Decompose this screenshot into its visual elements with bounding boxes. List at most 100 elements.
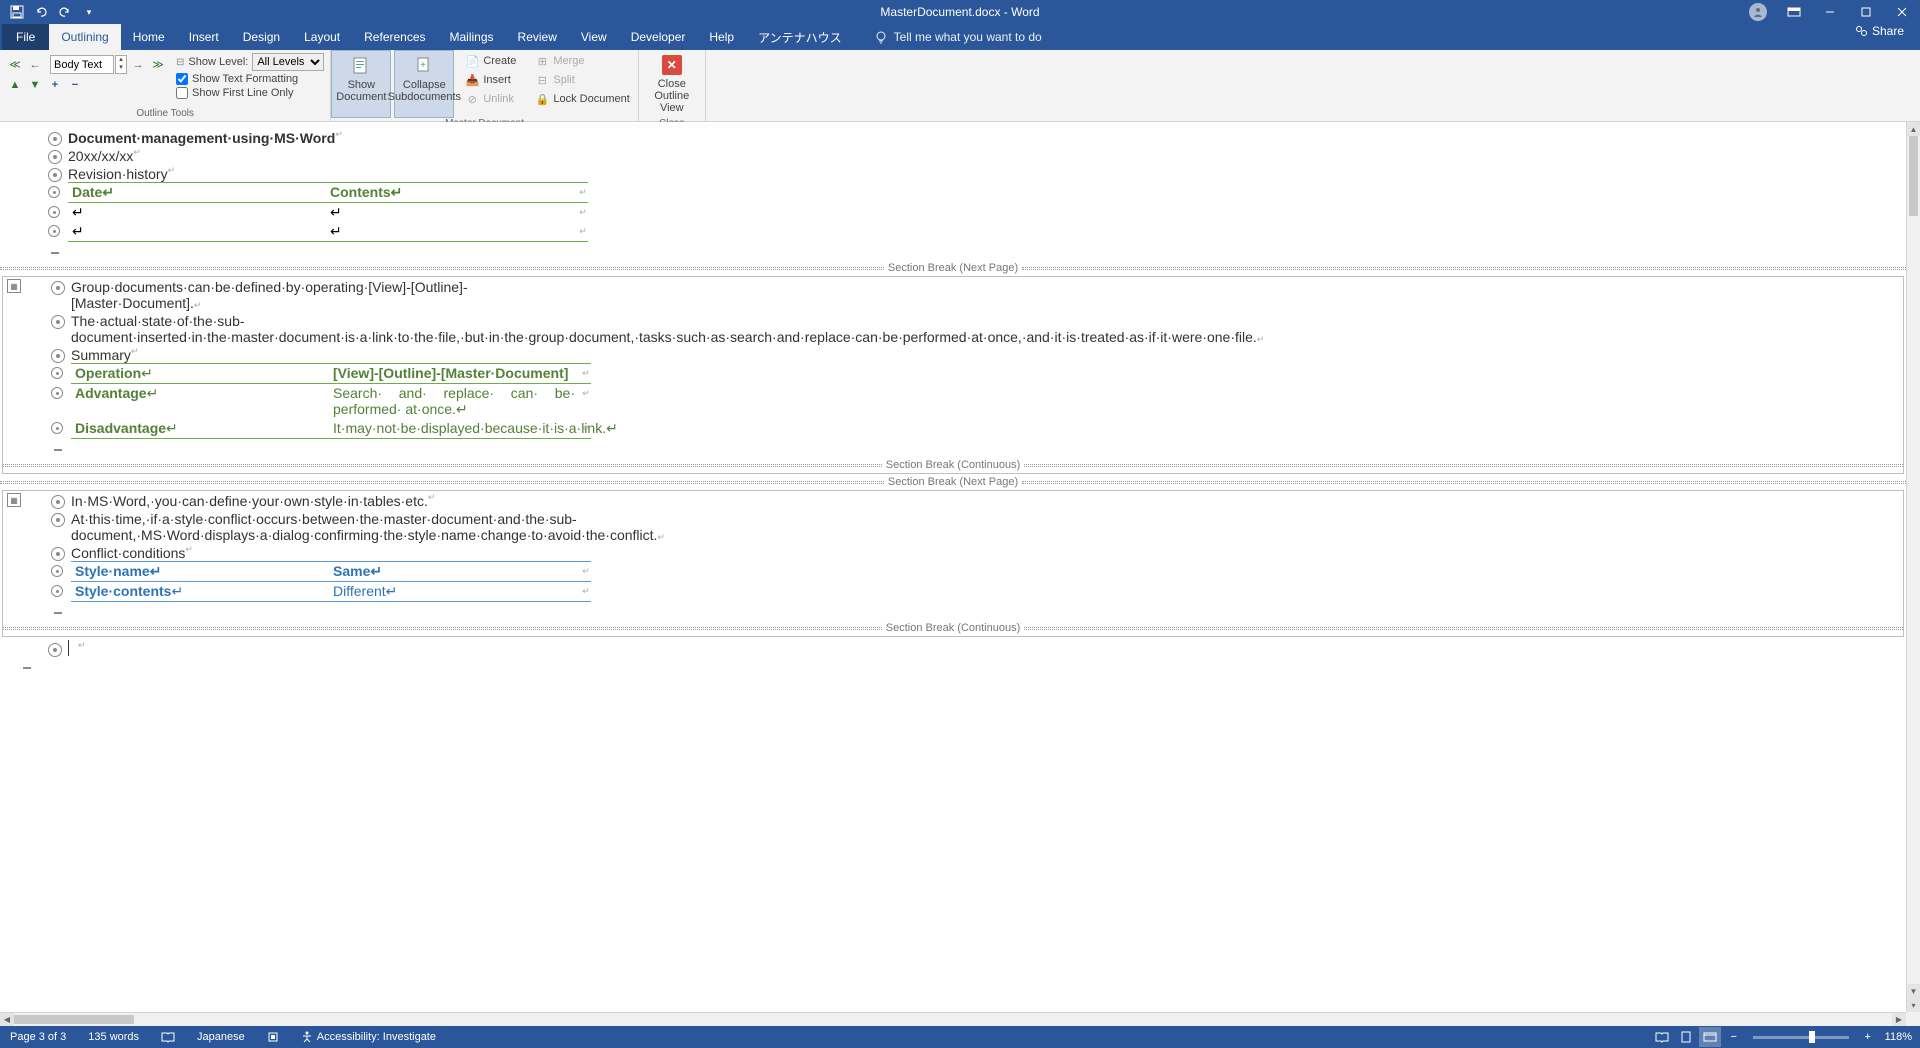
- show-text-formatting-checkbox[interactable]: Show Text Formatting: [176, 73, 324, 85]
- table-row[interactable]: Advantage↵Search· and· replace· can· be·…: [71, 384, 1903, 419]
- tab-references[interactable]: References: [352, 24, 437, 50]
- table-row[interactable]: Disadvantage↵It·may·not·be·displayed·bec…: [71, 419, 1903, 438]
- account-button[interactable]: [1746, 0, 1770, 24]
- zoom-level[interactable]: 118%: [1881, 1031, 1916, 1043]
- status-accessibility[interactable]: Accessibility: Investigate: [297, 1031, 440, 1043]
- outline-item[interactable]: In·MS·Word,·you·can·define·your·own·styl…: [3, 491, 1903, 509]
- table-row[interactable]: Style·name↵Same↵↵: [71, 562, 1903, 581]
- view-print-layout-button[interactable]: [1675, 1027, 1697, 1047]
- scroll-thumb[interactable]: [1909, 136, 1918, 216]
- collapse-button[interactable]: −: [66, 77, 84, 93]
- outline-item[interactable]: [3, 439, 1903, 457]
- view-read-mode-button[interactable]: [1651, 1027, 1673, 1047]
- undo-button[interactable]: [30, 1, 52, 23]
- scroll-track[interactable]: [1907, 136, 1920, 984]
- table-row[interactable]: Operation↵[View]-[Outline]-[Master·Docum…: [71, 364, 1903, 383]
- table-row[interactable]: ↵↵↵: [68, 222, 1906, 241]
- collapse-subdocuments-button[interactable]: + Collapse Subdocuments: [394, 50, 454, 118]
- tab-developer[interactable]: Developer: [619, 24, 698, 50]
- table-row[interactable]: Date↵Contents↵↵: [68, 183, 1906, 202]
- outline-level-input[interactable]: [50, 55, 114, 74]
- tab-outlining[interactable]: Outlining: [49, 24, 120, 50]
- status-macro[interactable]: [263, 1031, 283, 1043]
- promote-button[interactable]: ←: [26, 57, 44, 73]
- status-words[interactable]: 135 words: [84, 1031, 143, 1043]
- status-spellcheck[interactable]: [157, 1031, 179, 1043]
- promote-to-heading1-button[interactable]: ≪: [6, 57, 24, 73]
- vertical-scrollbar[interactable]: ▲ ▼ ▾: [1906, 122, 1920, 1012]
- zoom-slider[interactable]: [1753, 1036, 1849, 1039]
- scroll-track[interactable]: [14, 1013, 1892, 1026]
- tab-file[interactable]: File: [2, 24, 49, 50]
- outline-item[interactable]: ↵: [0, 639, 1906, 657]
- outline-item[interactable]: [0, 657, 1906, 675]
- subdocument-frame[interactable]: ▦ In·MS·Word,·you·can·define·your·own·st…: [2, 490, 1904, 637]
- redo-button[interactable]: [54, 1, 76, 23]
- scroll-left-button[interactable]: ◀: [0, 1013, 14, 1026]
- scroll-thumb[interactable]: [14, 1015, 134, 1024]
- show-document-button[interactable]: Show Document: [331, 50, 391, 118]
- tab-help[interactable]: Help: [697, 24, 746, 50]
- insert-subdoc-button[interactable]: 📥Insert: [461, 71, 520, 89]
- outline-item[interactable]: 20xx/xx/xx↵: [0, 146, 1906, 164]
- zoom-knob[interactable]: [1809, 1031, 1815, 1043]
- view-web-layout-button[interactable]: [1699, 1027, 1721, 1047]
- outline-item[interactable]: [3, 602, 1903, 620]
- close-window-button[interactable]: [1884, 0, 1920, 24]
- demote-to-body-button[interactable]: ≫: [149, 57, 167, 73]
- zoom-out-button[interactable]: −: [1723, 1027, 1745, 1047]
- status-language[interactable]: Japanese: [193, 1031, 249, 1043]
- tab-review[interactable]: Review: [506, 24, 569, 50]
- scroll-down-button[interactable]: ▼: [1907, 984, 1920, 998]
- outline-level-select[interactable]: ▴▾: [50, 55, 127, 74]
- horizontal-scrollbar[interactable]: ◀ ▶: [0, 1012, 1906, 1026]
- create-button[interactable]: 📄Create: [461, 52, 520, 70]
- outline-item[interactable]: [0, 242, 1906, 260]
- outline-item[interactable]: Revision·history↵: [0, 164, 1906, 182]
- maximize-button[interactable]: [1848, 0, 1884, 24]
- demote-button[interactable]: →: [129, 57, 147, 73]
- tab-layout[interactable]: Layout: [292, 24, 352, 50]
- subdoc-handle-icon[interactable]: ▦: [7, 493, 21, 507]
- create-icon: 📄: [465, 54, 479, 68]
- bullet-icon: [48, 643, 62, 657]
- table-row[interactable]: Style·contents↵Different↵↵: [71, 582, 1903, 601]
- save-button[interactable]: [6, 1, 28, 23]
- tell-me[interactable]: Tell me what you want to do: [874, 24, 1042, 50]
- outline-item[interactable]: Summary↵: [3, 345, 1903, 363]
- scroll-down-button-2[interactable]: ▾: [1907, 998, 1920, 1012]
- ribbon-display-button[interactable]: [1776, 0, 1812, 24]
- tab-view[interactable]: View: [569, 24, 619, 50]
- document-pane[interactable]: Document·management·using·MS·Word↵ 20xx/…: [0, 122, 1906, 1012]
- move-down-button[interactable]: ▼: [26, 77, 44, 93]
- outline-level-spinner[interactable]: ▴▾: [115, 55, 127, 74]
- tab-insert[interactable]: Insert: [177, 24, 231, 50]
- group-label-outline-tools: Outline Tools: [0, 108, 330, 121]
- show-first-line-only-checkbox[interactable]: Show First Line Only: [176, 87, 324, 99]
- tab-mailings[interactable]: Mailings: [438, 24, 506, 50]
- qat-customize-button[interactable]: ▾: [78, 1, 100, 23]
- lock-document-button[interactable]: 🔒Lock Document: [531, 90, 633, 108]
- outline-item[interactable]: The·actual·state·of·the·sub-document·ins…: [3, 311, 1903, 345]
- minimize-button[interactable]: [1812, 0, 1848, 24]
- scroll-right-button[interactable]: ▶: [1892, 1013, 1906, 1026]
- status-page[interactable]: Page 3 of 3: [6, 1031, 70, 1043]
- move-up-button[interactable]: ▲: [6, 77, 24, 93]
- expand-button[interactable]: +: [46, 77, 64, 93]
- outline-item[interactable]: At·this·time,·if·a·style·conflict·occurs…: [3, 509, 1903, 543]
- tab-antenna[interactable]: アンテナハウス: [746, 24, 854, 50]
- lock-icon: 🔒: [535, 92, 549, 106]
- outline-item[interactable]: Document·management·using·MS·Word↵: [0, 128, 1906, 146]
- scroll-up-button[interactable]: ▲: [1907, 122, 1920, 136]
- subdoc-handle-icon[interactable]: ▦: [7, 279, 21, 293]
- show-level-select[interactable]: All Levels: [252, 53, 324, 71]
- share-button[interactable]: Share: [1846, 24, 1912, 38]
- outline-item[interactable]: Group·documents·can·be·defined·by·operat…: [3, 277, 1903, 311]
- zoom-in-button[interactable]: +: [1857, 1027, 1879, 1047]
- tab-design[interactable]: Design: [231, 24, 292, 50]
- table-row[interactable]: ↵↵↵: [68, 203, 1906, 222]
- close-outline-view-button[interactable]: ✕ Close Outline View: [639, 50, 705, 118]
- tab-home[interactable]: Home: [121, 24, 177, 50]
- subdocument-frame[interactable]: ▦ Group·documents·can·be·defined·by·oper…: [2, 276, 1904, 474]
- outline-item[interactable]: Conflict·conditions↵: [3, 543, 1903, 561]
